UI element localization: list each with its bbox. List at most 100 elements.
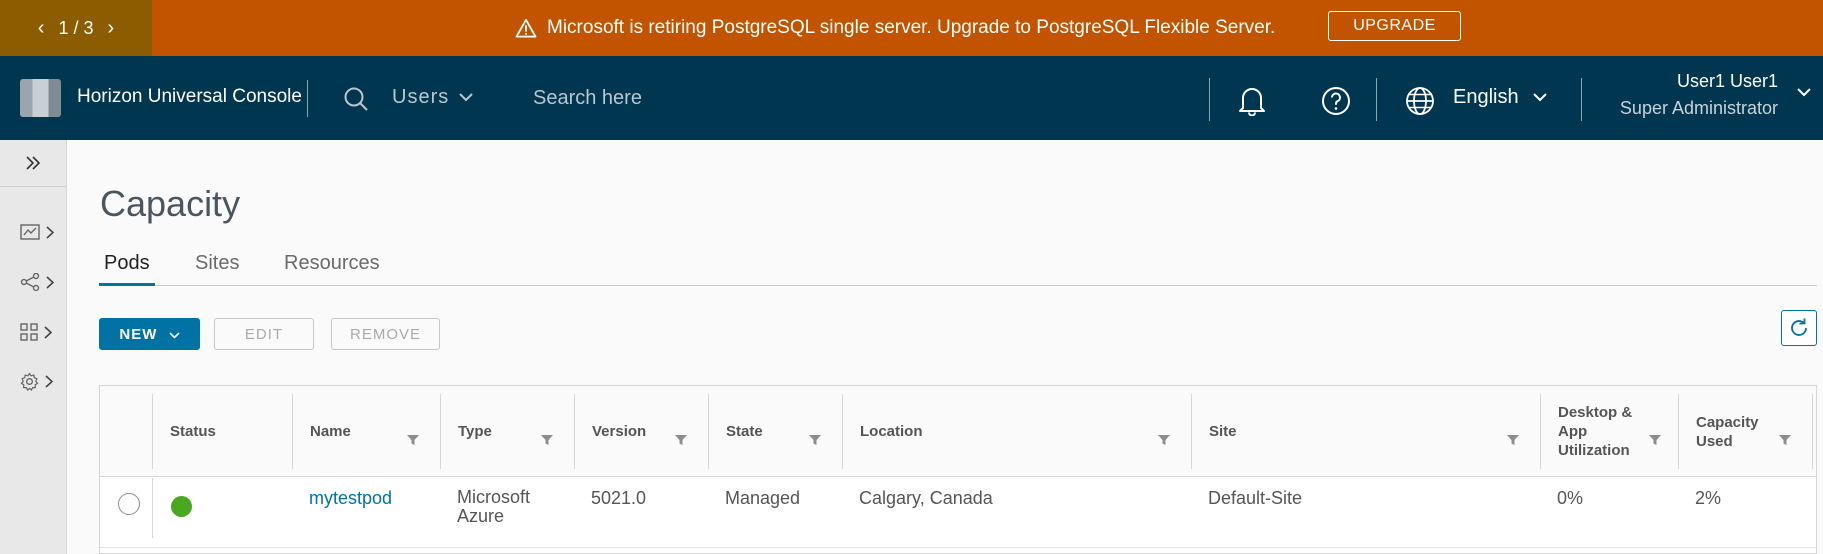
user-role: Super Administrator: [1619, 98, 1778, 118]
refresh-button[interactable]: [1781, 310, 1817, 346]
chevron-right-icon: [45, 374, 53, 388]
column-header-utilization[interactable]: Desktop & App Utilization: [1540, 394, 1678, 469]
chevron-right-icon: [44, 325, 52, 339]
table-row[interactable]: mytestpod Microsoft Azure 5021.0 Managed…: [100, 478, 1816, 548]
sidebar-item-share[interactable]: [20, 270, 62, 294]
banner-message: Microsoft is retiring PostgreSQL single …: [515, 0, 1275, 56]
filter-icon[interactable]: [1778, 434, 1792, 446]
search-scope-label: Users: [392, 86, 450, 108]
upgrade-button[interactable]: UPGRADE: [1328, 11, 1461, 41]
language-dropdown[interactable]: English: [1453, 86, 1547, 109]
chevron-left-icon[interactable]: ‹: [38, 17, 45, 40]
filter-icon[interactable]: [540, 434, 554, 446]
cell-state: Managed: [725, 488, 801, 508]
cell-utilization: 0%: [1557, 488, 1584, 508]
tab-bar: Pods Sites Resources: [99, 248, 1817, 286]
filter-icon[interactable]: [1506, 434, 1520, 446]
filter-icon[interactable]: [808, 434, 822, 446]
edit-button[interactable]: EDIT: [214, 318, 314, 350]
sidebar-item-settings[interactable]: [20, 369, 62, 393]
column-label: Desktop & App Utilization: [1558, 404, 1633, 459]
search-icon[interactable]: [343, 86, 369, 112]
new-button-label: NEW: [119, 325, 158, 343]
column-header-version[interactable]: Version: [574, 394, 708, 469]
sidebar: [0, 140, 67, 554]
pager-separator: /: [73, 17, 79, 38]
chevron-down-icon: [459, 93, 473, 102]
header-divider: [307, 80, 308, 117]
sidebar-item-apps[interactable]: [20, 320, 62, 344]
datagrid-header: Status Name Type Version State Location …: [100, 386, 1816, 477]
app-logo: [20, 79, 61, 117]
column-label: Type: [458, 423, 492, 440]
tab-resources[interactable]: Resources: [279, 248, 385, 283]
pager-total: 3: [83, 17, 94, 38]
double-chevron-right-icon: [26, 156, 41, 170]
filter-icon[interactable]: [406, 434, 420, 446]
banner-pager: ‹ 1 / 3 ›: [0, 0, 152, 56]
filter-icon[interactable]: [674, 434, 688, 446]
user-menu[interactable]: User1 User1 Super Administrator: [1620, 71, 1778, 119]
status-indicator: [171, 496, 192, 517]
sidebar-expand-button[interactable]: [0, 140, 66, 187]
column-header-type[interactable]: Type: [440, 394, 574, 469]
language-label: English: [1453, 86, 1519, 108]
column-label: Name: [310, 423, 351, 440]
page-title: Capacity: [100, 183, 241, 224]
column-header-location[interactable]: Location: [842, 394, 1191, 469]
pager-text: 1 / 3: [58, 18, 93, 39]
header-divider: [1376, 78, 1377, 121]
chevron-down-icon: [1532, 93, 1547, 102]
gear-icon: [20, 372, 39, 391]
new-button[interactable]: NEW: [99, 318, 200, 350]
header-divider: [1209, 78, 1210, 121]
column-header-state[interactable]: State: [708, 394, 842, 469]
column-divider: [1812, 394, 1816, 469]
cell-site: Default-Site: [1208, 488, 1303, 508]
tab-sites[interactable]: Sites: [190, 248, 244, 283]
search-input[interactable]: [533, 80, 1053, 116]
column-header-status[interactable]: Status: [152, 394, 292, 469]
cell-capacity-used: 2%: [1695, 488, 1722, 508]
column-label: Status: [170, 423, 216, 440]
row-select-radio[interactable]: [118, 493, 140, 515]
cell-version: 5021.0: [591, 488, 647, 508]
column-label: Capacity Used: [1696, 413, 1759, 450]
refresh-icon: [1791, 318, 1807, 336]
column-header-capacity-used[interactable]: Capacity Used: [1678, 394, 1812, 469]
bell-icon[interactable]: [1237, 84, 1267, 116]
column-label: Version: [592, 423, 647, 440]
filter-icon[interactable]: [1648, 434, 1662, 446]
tab-pods[interactable]: Pods: [99, 248, 155, 286]
pager-current: 1: [58, 17, 69, 38]
remove-button[interactable]: REMOVE: [331, 318, 440, 350]
warning-icon: [515, 18, 537, 38]
cell-type: Microsoft Azure: [457, 487, 531, 526]
announcement-banner: ‹ 1 / 3 › Microsoft is retiring PostgreS…: [0, 0, 1823, 56]
help-icon[interactable]: [1321, 86, 1351, 116]
globe-icon: [1406, 87, 1434, 115]
chevron-right-icon: [46, 275, 54, 289]
chevron-right-icon[interactable]: ›: [108, 17, 115, 40]
app-title: Horizon Universal Console: [77, 86, 302, 107]
sidebar-item-monitor[interactable]: [20, 220, 62, 244]
filter-icon[interactable]: [1157, 434, 1171, 446]
chevron-down-icon: [169, 331, 180, 339]
pods-datagrid: Status Name Type Version State Location …: [99, 385, 1817, 554]
column-header-site[interactable]: Site: [1191, 394, 1540, 469]
header-divider: [1581, 78, 1582, 121]
top-header: Horizon Universal Console Users English …: [0, 56, 1823, 140]
chevron-right-icon: [46, 225, 54, 239]
chevron-down-icon[interactable]: [1797, 88, 1811, 97]
column-label: Location: [860, 423, 923, 440]
search-scope-dropdown[interactable]: Users: [392, 86, 473, 109]
pod-name-link[interactable]: mytestpod: [309, 488, 392, 509]
grid-apps-icon: [20, 323, 38, 341]
column-label: State: [726, 423, 763, 440]
cell-location: Calgary, Canada: [859, 488, 993, 508]
column-header-name[interactable]: Name: [292, 394, 440, 469]
row-divider: [152, 478, 153, 538]
banner-message-text: Microsoft is retiring PostgreSQL single …: [547, 17, 1276, 38]
user-name: User1 User1: [1676, 71, 1778, 91]
monitor-chart-icon: [20, 224, 40, 240]
